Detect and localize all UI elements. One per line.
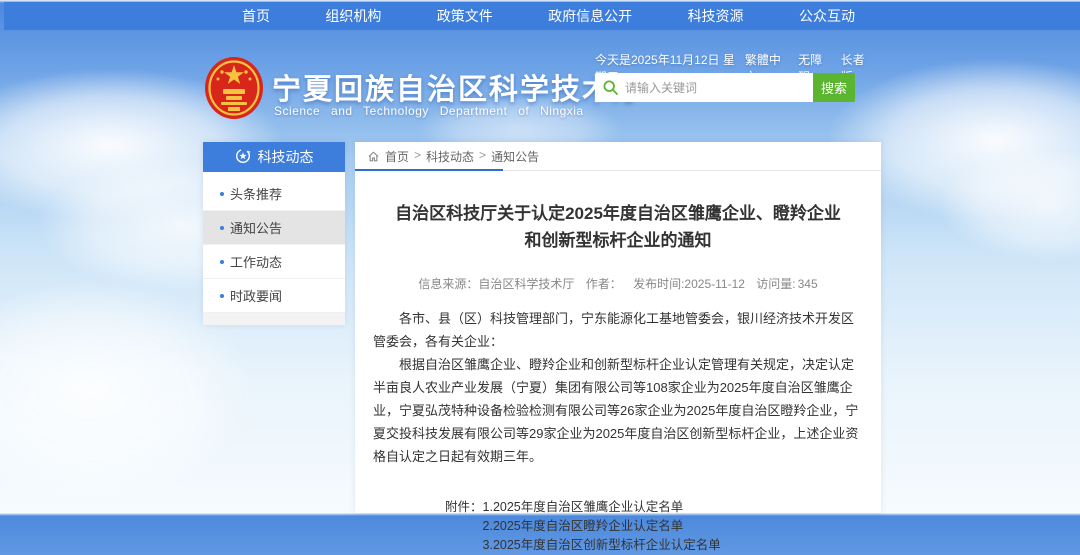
nav-item-3[interactable]: 政府信息公开 [548, 6, 632, 26]
meta-views: 345 [798, 277, 818, 291]
meta-publish: 发布时间:2025-11-12 [633, 277, 745, 291]
sidebar-item[interactable]: 通知公告 [203, 211, 345, 245]
search-bar: 搜索 [595, 73, 855, 102]
meta-source: 自治区科学技术厅 [478, 277, 574, 291]
breadcrumb-separator: > [414, 148, 421, 165]
meta-author-label: 作者： [586, 277, 622, 291]
article: 自治区科技厅关于认定2025年度自治区雏鹰企业、瞪羚企业 和创新型标杆企业的通知… [355, 200, 881, 555]
breadcrumb-underline [355, 169, 503, 171]
meta-views-label: 访问量: [756, 277, 795, 291]
breadcrumb-item[interactable]: 通知公告 [491, 148, 539, 165]
bullet-icon [220, 226, 224, 230]
attachment-link-2[interactable]: 2.2025年度自治区瞪羚企业认定名单 [483, 517, 721, 536]
national-emblem-logo [204, 56, 264, 121]
article-title-line2: 和创新型标杆企业的通知 [373, 227, 863, 254]
nav-item-2[interactable]: 政策文件 [437, 6, 493, 26]
sidebar-item-label: 工作动态 [230, 252, 282, 271]
sidebar-item-label: 通知公告 [230, 218, 282, 237]
article-title-line1: 自治区科技厅关于认定2025年度自治区雏鹰企业、瞪羚企业 [373, 200, 863, 227]
sidebar-list: 头条推荐通知公告工作动态时政要闻 [203, 172, 345, 313]
cloud-decoration [940, 150, 1080, 260]
attachments-list: 1.2025年度自治区雏鹰企业认定名单2.2025年度自治区瞪羚企业认定名单3.… [483, 498, 721, 555]
sidebar-header: 科技动态 [203, 142, 345, 172]
site-title: 宁夏回族自治区科学技术厅 [272, 66, 644, 108]
sidebar-item[interactable]: 工作动态 [203, 245, 345, 279]
sidebar-item[interactable]: 头条推荐 [203, 177, 345, 211]
sidebar: 科技动态 头条推荐通知公告工作动态时政要闻 [203, 142, 345, 325]
article-paragraph: 根据自治区雏鹰企业、瞪羚企业和创新型标杆企业认定管理有关规定，决定认定半亩良人农… [373, 353, 863, 468]
article-meta: 信息来源：自治区科学技术厅 作者： 发布时间:2025-11-12 访问量:34… [373, 275, 863, 292]
sidebar-item-label: 头条推荐 [230, 184, 282, 203]
sidebar-item-label: 时政要闻 [230, 286, 282, 305]
nav-item-0[interactable]: 首页 [242, 6, 270, 26]
search-input[interactable] [595, 73, 813, 102]
compass-star-icon [235, 148, 251, 167]
sidebar-footer [203, 313, 345, 325]
attachments: 附件： 1.2025年度自治区雏鹰企业认定名单2.2025年度自治区瞪羚企业认定… [445, 498, 863, 555]
meta-source-label: 信息来源： [418, 277, 478, 291]
bullet-icon [220, 260, 224, 264]
article-paragraph: 各市、县（区）科技管理部门，宁东能源化工基地管委会，银川经济技术开发区管委会，各… [373, 307, 863, 353]
site-subtitle: Science and Technology Department of Nin… [274, 104, 584, 118]
sidebar-title: 科技动态 [258, 147, 314, 167]
breadcrumb: 首页 > 科技动态 > 通知公告 [355, 142, 881, 171]
article-body: 各市、县（区）科技管理部门，宁东能源化工基地管委会，银川经济技术开发区管委会，各… [373, 307, 863, 468]
nav-item-5[interactable]: 公众互动 [799, 6, 855, 26]
bullet-icon [220, 294, 224, 298]
main-panel: 首页 > 科技动态 > 通知公告 自治区科技厅关于认定2025年度自治区雏鹰企业、瞪羚… [355, 142, 881, 513]
attachment-link-3[interactable]: 3.2025年度自治区创新型标杆企业认定名单 [483, 536, 721, 555]
nav-item-4[interactable]: 科技资源 [688, 6, 744, 26]
top-nav: 首页 组织机构 政策文件 政府信息公开 科技资源 公众互动 [4, 2, 1080, 30]
attachment-link-1[interactable]: 1.2025年度自治区雏鹰企业认定名单 [483, 498, 721, 517]
nav-item-1[interactable]: 组织机构 [325, 6, 381, 26]
home-icon [367, 150, 380, 163]
breadcrumb-separator: > [479, 148, 486, 165]
bullet-icon [220, 192, 224, 196]
breadcrumb-item[interactable]: 科技动态 [426, 148, 474, 165]
search-icon [603, 80, 618, 95]
breadcrumb-trail: > 科技动态 > 通知公告 [414, 148, 539, 165]
article-title: 自治区科技厅关于认定2025年度自治区雏鹰企业、瞪羚企业 和创新型标杆企业的通知 [373, 200, 863, 254]
attachments-label: 附件： [445, 498, 483, 555]
sidebar-item[interactable]: 时政要闻 [203, 279, 345, 313]
breadcrumb-home[interactable]: 首页 [385, 148, 409, 165]
content-area: 科技动态 头条推荐通知公告工作动态时政要闻 首页 >科技动态>通知公告 自治区科… [203, 142, 881, 513]
search-button[interactable]: 搜索 [813, 73, 855, 102]
